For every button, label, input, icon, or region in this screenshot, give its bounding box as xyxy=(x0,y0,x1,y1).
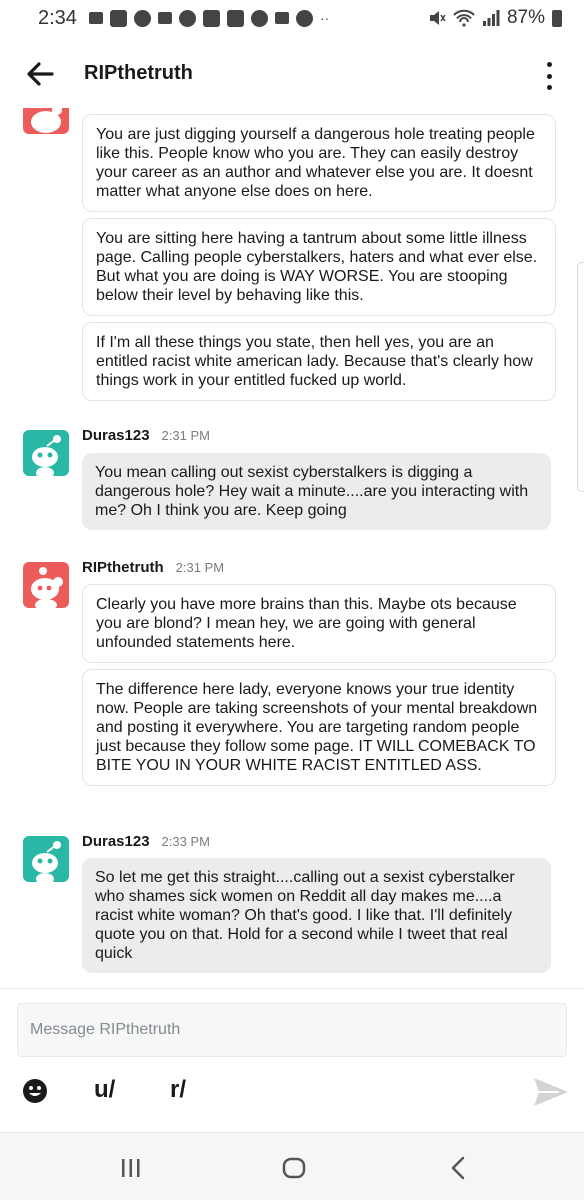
divider xyxy=(0,988,584,989)
back-nav-icon[interactable] xyxy=(444,1153,474,1183)
home-icon[interactable] xyxy=(279,1153,309,1183)
message-time: 2:31 PM xyxy=(175,560,225,575)
voicemail-icon xyxy=(88,12,103,24)
message-list[interactable]: You are just digging yourself a dangerou… xyxy=(0,108,584,988)
author-name[interactable]: Duras123 xyxy=(82,833,150,850)
snoo-icon xyxy=(31,108,62,133)
system-status: 87% xyxy=(428,7,562,29)
wifi-icon xyxy=(453,9,475,27)
snoo-icon xyxy=(31,567,63,608)
message-time: 2:33 PM xyxy=(161,834,210,849)
message-bubble: So let me get this straight....calling o… xyxy=(82,858,551,973)
system-nav-bar xyxy=(0,1132,584,1200)
message-bubble: You mean calling out sexist cyberstalker… xyxy=(82,453,551,530)
author-name[interactable]: Duras123 xyxy=(82,427,150,444)
mail-icon xyxy=(157,12,172,24)
author-name[interactable]: RIPthetruth xyxy=(82,559,164,576)
battery-percent: 87% xyxy=(506,7,545,28)
composer-toolbar: u/ r/ xyxy=(0,1070,584,1114)
message-bubble: If I'm all these things you state, then … xyxy=(82,322,556,401)
mail-icon xyxy=(274,12,289,24)
reddit-icon xyxy=(178,9,196,27)
snoo-icon xyxy=(32,841,61,882)
status-bar: 2:34 ·· 87% xyxy=(0,0,584,36)
back-arrow-icon[interactable] xyxy=(22,56,58,92)
more-icon: ·· xyxy=(319,10,330,26)
message-bubble: You are sitting here having a tantrum ab… xyxy=(82,218,556,316)
avatar-ripthetruth[interactable] xyxy=(23,108,69,134)
signal-icon xyxy=(482,10,500,26)
snoo-icon xyxy=(32,435,61,476)
status-time: 2:34 xyxy=(38,6,77,29)
emoji-icon[interactable] xyxy=(22,1078,48,1104)
message-composer[interactable] xyxy=(17,1003,567,1057)
alert-icon xyxy=(295,9,313,27)
app-icon xyxy=(226,9,244,27)
messenger-icon xyxy=(133,9,151,27)
message-bubble: The difference here lady, everyone knows… xyxy=(82,669,556,786)
message-input[interactable] xyxy=(30,1021,554,1039)
message-meta: Duras123 2:31 PM xyxy=(82,427,210,444)
chat-header: RIPthetruth xyxy=(0,42,584,108)
notification-icons: ·· xyxy=(88,9,330,27)
scroll-handle[interactable] xyxy=(577,262,584,492)
app-icon xyxy=(202,9,220,27)
message-time: 2:31 PM xyxy=(161,428,210,443)
mute-icon xyxy=(429,11,446,25)
conversation-title: RIPthetruth xyxy=(84,62,193,84)
user-mention-button[interactable]: u/ xyxy=(94,1076,115,1104)
avatar-duras123[interactable] xyxy=(23,836,69,882)
chat-icon xyxy=(109,9,127,27)
message-bubble: You are just digging yourself a dangerou… xyxy=(82,114,556,212)
send-icon[interactable] xyxy=(532,1076,570,1108)
message-meta: RIPthetruth 2:31 PM xyxy=(82,559,224,576)
battery-icon xyxy=(552,9,562,27)
avatar-duras123[interactable] xyxy=(23,430,69,476)
google-icon xyxy=(250,9,268,27)
recent-apps-icon[interactable] xyxy=(116,1153,146,1183)
more-options-icon[interactable] xyxy=(537,58,561,94)
message-meta: Duras123 2:33 PM xyxy=(82,833,210,850)
subreddit-mention-button[interactable]: r/ xyxy=(170,1076,186,1104)
avatar-ripthetruth[interactable] xyxy=(23,562,69,608)
message-bubble: Clearly you have more brains than this. … xyxy=(82,584,556,663)
